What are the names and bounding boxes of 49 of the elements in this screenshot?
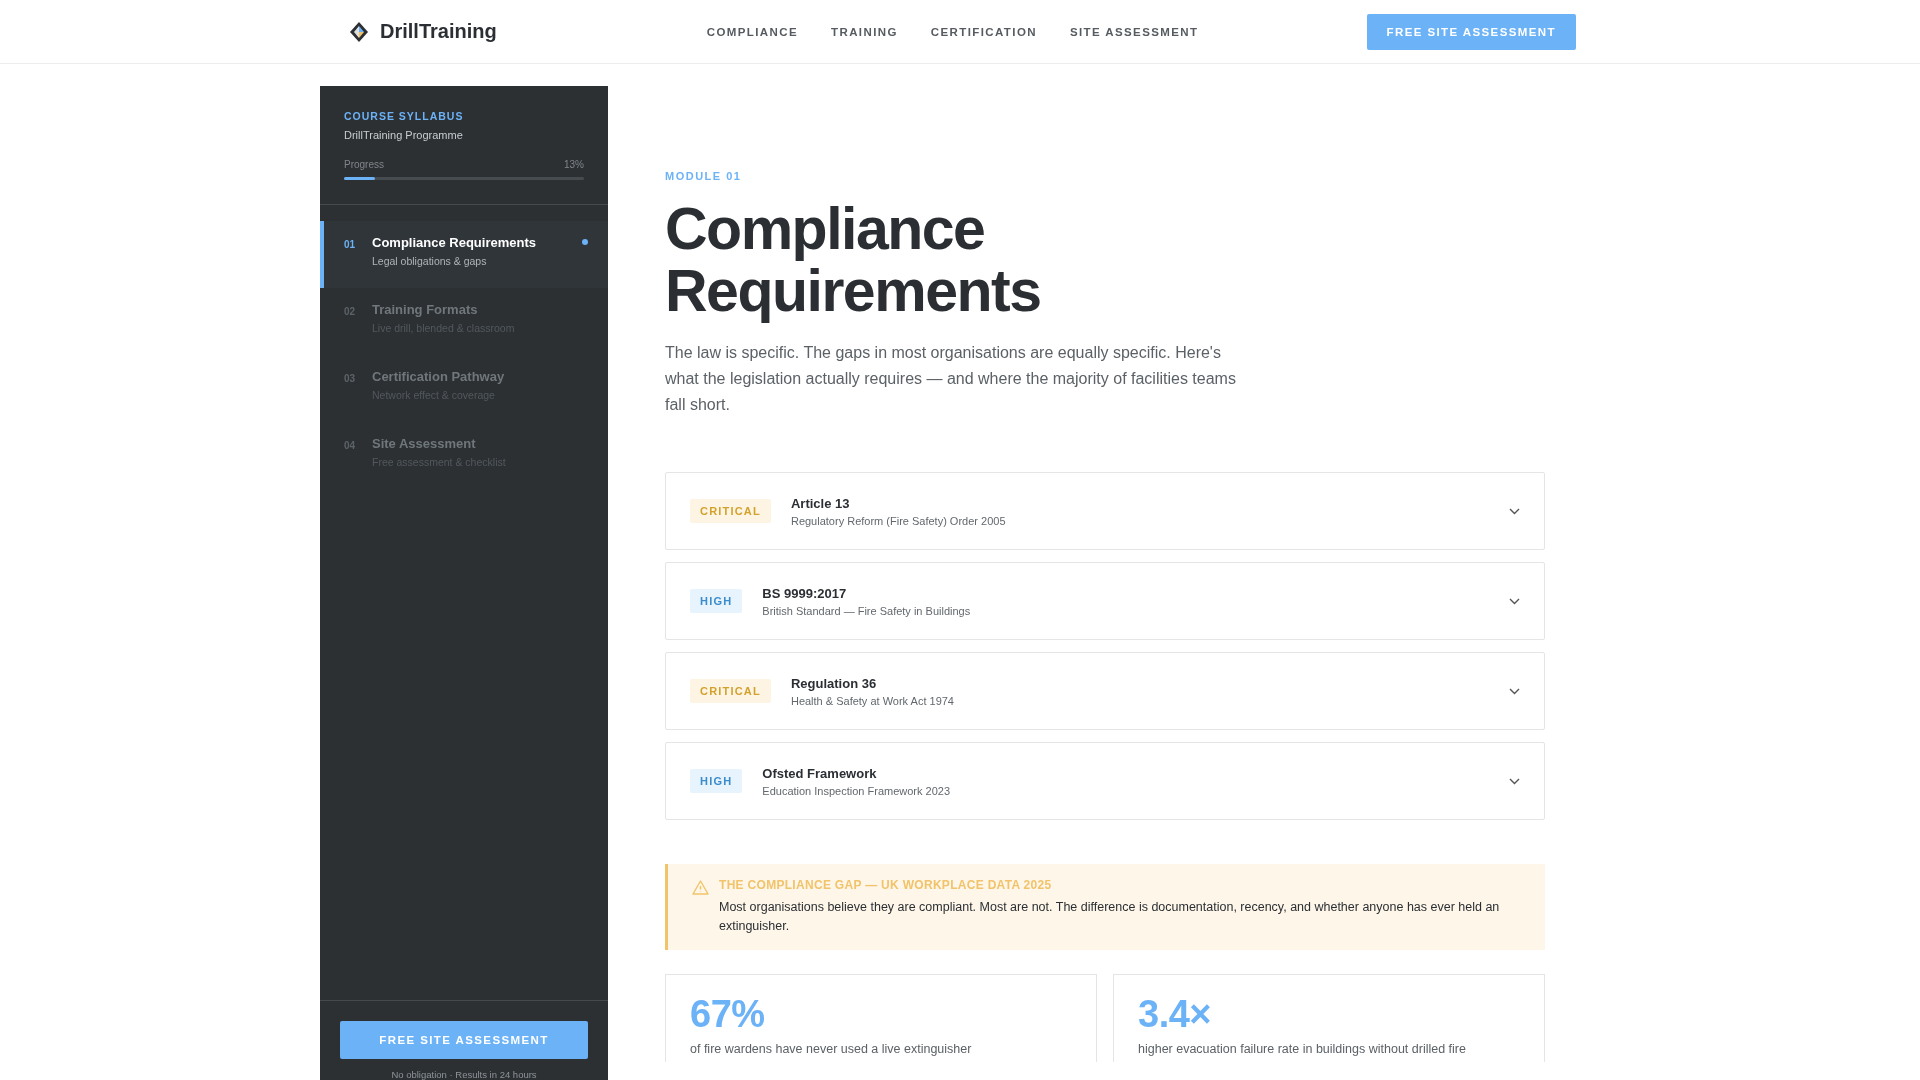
nav-link[interactable]: SITE ASSESSMENT: [1069, 25, 1199, 38]
current-dot-icon: [582, 239, 588, 245]
severity-badge: CRITICAL: [690, 499, 771, 523]
module-subtitle: Legal obligations & gaps: [372, 255, 488, 267]
requirement-title: BS 9999:2017: [762, 585, 848, 601]
page-title: Compliance Requirements: [665, 198, 1042, 322]
stat-description: higher evacuation failure rate in buildings without drilled fire: [1138, 1042, 1467, 1056]
nav-link[interactable]: TRAINING: [831, 25, 898, 38]
callout-text: Most organisations believe they are compliant. Most are not. The difference is documentation, recency, and whether anyone has ever held an extinguisher.: [719, 899, 1501, 935]
chevron-down-icon[interactable]: [1509, 507, 1520, 515]
nav-link[interactable]: CERTIFICATION: [930, 25, 1037, 38]
requirement-accordion[interactable]: CRITICAL Article 13 Regulatory Reform (Fire Safety) Order 2005: [665, 472, 1545, 550]
module-title: Site Assessment: [372, 436, 477, 451]
module-title: Compliance Requirements: [372, 235, 537, 250]
module-title: Certification Pathway: [372, 369, 506, 384]
stat-description: of fire wardens have never used a live extinguisher: [690, 1042, 973, 1056]
warning-icon: [692, 880, 709, 895]
sidebar-eyebrow: COURSE SYLLABUS: [344, 110, 465, 122]
requirement-source: British Standard — Fire Safety in Buildings: [762, 604, 972, 617]
chevron-down-icon[interactable]: [1509, 687, 1520, 695]
brand-name[interactable]: DrillTraining: [380, 20, 497, 43]
chevron-down-icon[interactable]: [1509, 597, 1520, 605]
requirement-accordion[interactable]: HIGH BS 9999:2017 British Standard — Fire Safety in Buildings: [665, 562, 1545, 640]
requirement-source: Regulatory Reform (Fire Safety) Order 2005: [790, 514, 1007, 527]
requirement-accordion[interactable]: HIGH Ofsted Framework Education Inspection Framework 2023: [665, 742, 1545, 820]
requirement-source: Education Inspection Framework 2023: [762, 784, 952, 797]
requirement-title: Regulation 36: [790, 675, 878, 691]
module-title: Training Formats: [372, 302, 479, 317]
nav-link[interactable]: COMPLIANCE: [706, 25, 798, 38]
severity-badge: CRITICAL: [690, 679, 771, 703]
intro-paragraph: The law is specific. The gaps in most organisations are equally specific. Here's what the legislation actually requires — and where the majority of facilities teams fall short.: [665, 343, 1237, 415]
callout-title: THE COMPLIANCE GAP — UK WORKPLACE DATA 2025: [719, 878, 1053, 892]
programme-name: DrillTraining Programme: [344, 129, 464, 141]
progress-reading: 13%: [564, 159, 584, 170]
logo-icon: [350, 21, 368, 42]
progress-label: Progress: [344, 159, 384, 170]
severity-badge: HIGH: [690, 589, 743, 613]
chevron-down-icon[interactable]: [1509, 777, 1520, 785]
requirement-title: Ofsted Framework: [762, 765, 878, 781]
module-number: 01: [344, 239, 357, 250]
stat-value: 67%: [690, 993, 766, 1036]
stat-value: 3.4×: [1138, 993, 1213, 1036]
severity-badge: HIGH: [690, 769, 743, 793]
module-eyebrow: MODULE 01: [665, 170, 743, 182]
requirement-title: Article 13: [790, 495, 851, 511]
syllabus-item[interactable]: 01 Compliance Requirements Legal obligations & gaps: [320, 221, 608, 288]
requirement-source: Health & Safety at Work Act 1974: [790, 694, 955, 707]
requirement-accordion[interactable]: CRITICAL Regulation 36 Health & Safety at Work Act 1974: [665, 652, 1545, 730]
cta-note: No obligation · Results in 24 hours: [391, 1069, 537, 1080]
